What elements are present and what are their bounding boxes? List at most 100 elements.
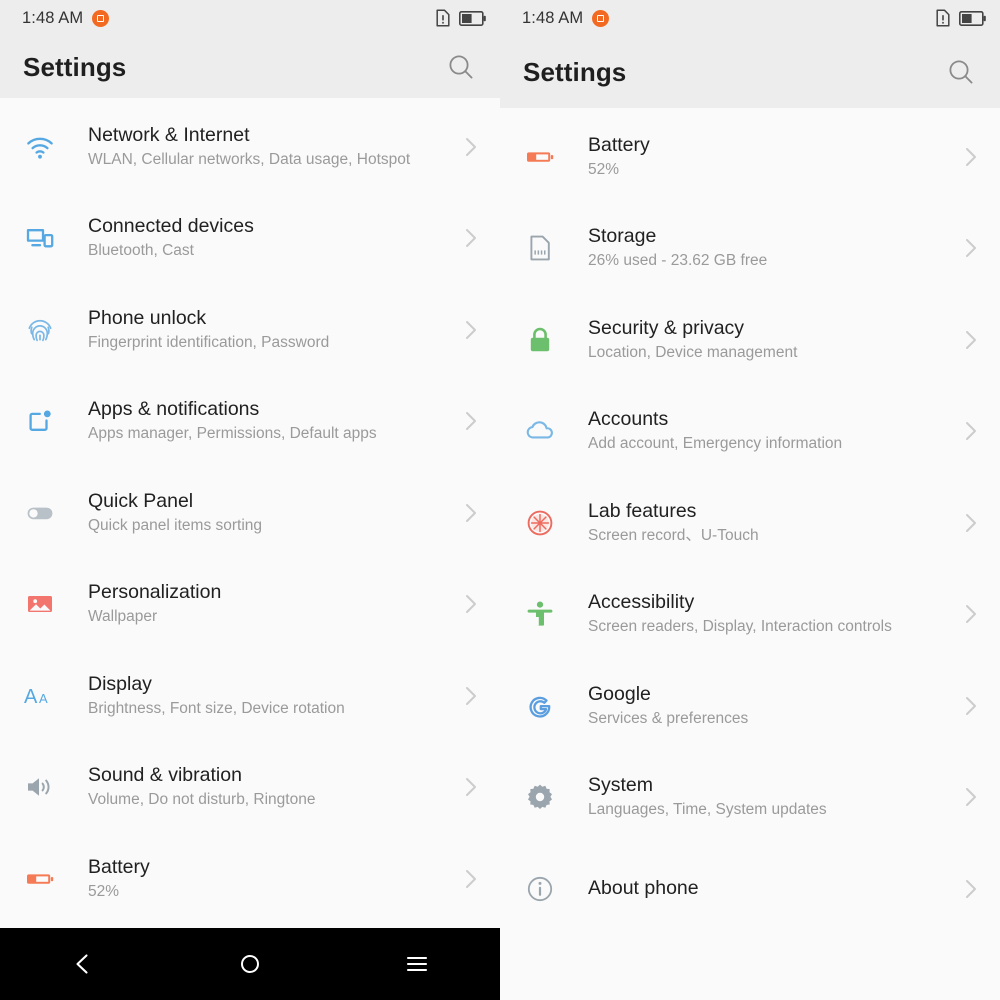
sim-card-alert-icon xyxy=(936,9,950,27)
home-circle-icon[interactable] xyxy=(167,928,334,1000)
settings-row-title: Personalization xyxy=(88,581,222,604)
settings-row-subtitle: 52% xyxy=(88,882,120,900)
status-bar-right: 1:48 AM xyxy=(500,0,1000,36)
settings-row-apps-notifications[interactable]: Apps & notifications Apps manager, Permi… xyxy=(0,376,500,468)
settings-list-right: Battery 52% Storage 26% used - 23.62 GB … xyxy=(500,108,1000,1000)
cloud-icon xyxy=(520,411,560,451)
settings-row-quick-panel[interactable]: Quick Panel Quick panel items sorting xyxy=(0,467,500,559)
settings-row-title: Storage xyxy=(588,225,657,248)
chevron-right-icon xyxy=(464,592,478,616)
sim-card-alert-icon xyxy=(436,9,450,27)
settings-row-title: Connected devices xyxy=(88,215,254,238)
speaker-volume-icon xyxy=(20,767,60,807)
settings-row-title: Apps & notifications xyxy=(88,398,260,421)
battery-half-icon xyxy=(959,10,986,26)
svg-text:A: A xyxy=(39,691,48,706)
battery-icon xyxy=(20,859,60,899)
settings-row-battery[interactable]: Battery 52% xyxy=(500,111,1000,203)
recents-menu-icon[interactable] xyxy=(333,928,500,1000)
settings-row-subtitle: Fingerprint identification, Password xyxy=(88,333,330,351)
lock-icon xyxy=(520,320,560,360)
settings-row-title: Sound & vibration xyxy=(88,764,242,787)
wifi-icon xyxy=(20,127,60,167)
status-bar-clock: 1:48 AM xyxy=(522,8,584,27)
settings-row-subtitle: WLAN, Cellular networks, Data usage, Hot… xyxy=(88,150,411,168)
settings-row-text: Apps & notifications Apps manager, Permi… xyxy=(88,397,452,445)
settings-row-title: Security & privacy xyxy=(588,316,745,339)
stop-recording-badge-icon xyxy=(592,9,610,27)
settings-row-system[interactable]: System Languages, Time, System updates xyxy=(500,752,1000,844)
settings-row-text: Security & privacy Location, Device mana… xyxy=(588,316,952,364)
status-bar-icons xyxy=(435,9,486,27)
settings-row-about-phone[interactable]: About phone xyxy=(500,843,1000,935)
settings-row-text: Battery 52% xyxy=(88,855,452,903)
chevron-right-icon xyxy=(464,684,478,708)
settings-row-subtitle: Volume, Do not disturb, Ringtone xyxy=(88,791,316,809)
toggle-switch-icon xyxy=(20,493,60,533)
chevron-right-icon xyxy=(464,409,478,433)
settings-row-title: Quick Panel xyxy=(88,489,194,512)
status-bar-left: 1:48 AM xyxy=(0,0,500,36)
settings-row-text: Phone unlock Fingerprint identification,… xyxy=(88,306,452,354)
right-settings-panel: 1:48 AM Settings Battery 52% Storage 26%… xyxy=(500,0,1000,1000)
settings-row-text: About phone xyxy=(588,876,952,901)
search-icon[interactable] xyxy=(944,55,978,89)
google-g-icon xyxy=(520,686,560,726)
chevron-right-icon xyxy=(964,145,978,169)
back-chevron-icon[interactable] xyxy=(0,928,167,1000)
settings-row-subtitle: Wallpaper xyxy=(88,608,158,626)
chevron-right-icon xyxy=(464,501,478,525)
status-bar-clock: 1:48 AM xyxy=(22,8,84,27)
settings-row-subtitle: Brightness, Font size, Device rotation xyxy=(88,699,345,717)
chevron-right-icon xyxy=(464,775,478,799)
battery-icon xyxy=(520,137,560,177)
connected-devices-icon xyxy=(20,218,60,258)
settings-row-network-internet[interactable]: Network & Internet WLAN, Cellular networ… xyxy=(0,101,500,193)
chevron-right-icon xyxy=(964,602,978,626)
android-navigation-bar xyxy=(0,928,500,1000)
settings-row-battery[interactable]: Battery 52% xyxy=(0,833,500,925)
settings-row-storage[interactable]: Storage 26% used - 23.62 GB free xyxy=(500,203,1000,295)
settings-row-text: System Languages, Time, System updates xyxy=(588,773,952,821)
settings-row-accessibility[interactable]: Accessibility Screen readers, Display, I… xyxy=(500,569,1000,661)
chevron-right-icon xyxy=(464,867,478,891)
chevron-right-icon xyxy=(964,328,978,352)
settings-row-subtitle: Apps manager, Permissions, Default apps xyxy=(88,425,377,443)
page-title: Settings xyxy=(23,51,127,82)
settings-row-text: Lab features Screen record、U-Touch xyxy=(588,499,952,547)
settings-row-phone-unlock[interactable]: Phone unlock Fingerprint identification,… xyxy=(0,284,500,376)
settings-row-title: Lab features xyxy=(588,499,697,522)
settings-row-text: Sound & vibration Volume, Do not disturb… xyxy=(88,763,452,811)
settings-row-text: Quick Panel Quick panel items sorting xyxy=(88,489,452,537)
settings-row-subtitle: Services & preferences xyxy=(588,709,749,727)
info-circle-icon xyxy=(520,869,560,909)
settings-row-sound-vibration[interactable]: Sound & vibration Volume, Do not disturb… xyxy=(0,742,500,834)
settings-row-security-privacy[interactable]: Security & privacy Location, Device mana… xyxy=(500,294,1000,386)
apps-notifications-icon xyxy=(20,401,60,441)
app-bar-right: Settings xyxy=(500,36,1000,108)
settings-row-accounts[interactable]: Accounts Add account, Emergency informat… xyxy=(500,386,1000,478)
settings-row-google[interactable]: Google Services & preferences xyxy=(500,660,1000,752)
settings-row-subtitle: Add account, Emergency information xyxy=(588,435,843,453)
chevron-right-icon xyxy=(964,877,978,901)
fingerprint-icon xyxy=(20,310,60,350)
settings-row-title: Battery xyxy=(88,855,150,878)
settings-row-text: Network & Internet WLAN, Cellular networ… xyxy=(88,123,452,171)
settings-row-title: Phone unlock xyxy=(88,306,207,329)
search-icon[interactable] xyxy=(444,50,478,84)
settings-row-text: Google Services & preferences xyxy=(588,682,952,730)
settings-row-connected-devices[interactable]: Connected devices Bluetooth, Cast xyxy=(0,193,500,285)
settings-row-subtitle: Languages, Time, System updates xyxy=(588,801,827,819)
settings-row-subtitle: Quick panel items sorting xyxy=(88,516,263,534)
chevron-right-icon xyxy=(964,785,978,809)
settings-row-lab-features[interactable]: Lab features Screen record、U-Touch xyxy=(500,477,1000,569)
settings-row-title: Battery xyxy=(588,133,650,156)
image-icon xyxy=(20,584,60,624)
settings-row-title: Network & Internet xyxy=(88,123,250,146)
settings-row-display[interactable]: A A Display Brightness, Font size, Devic… xyxy=(0,650,500,742)
settings-row-personalization[interactable]: Personalization Wallpaper xyxy=(0,559,500,651)
settings-row-subtitle: Bluetooth, Cast xyxy=(88,242,194,260)
chevron-right-icon xyxy=(964,419,978,443)
settings-row-subtitle: Screen record、U-Touch xyxy=(588,526,759,544)
chevron-right-icon xyxy=(964,694,978,718)
